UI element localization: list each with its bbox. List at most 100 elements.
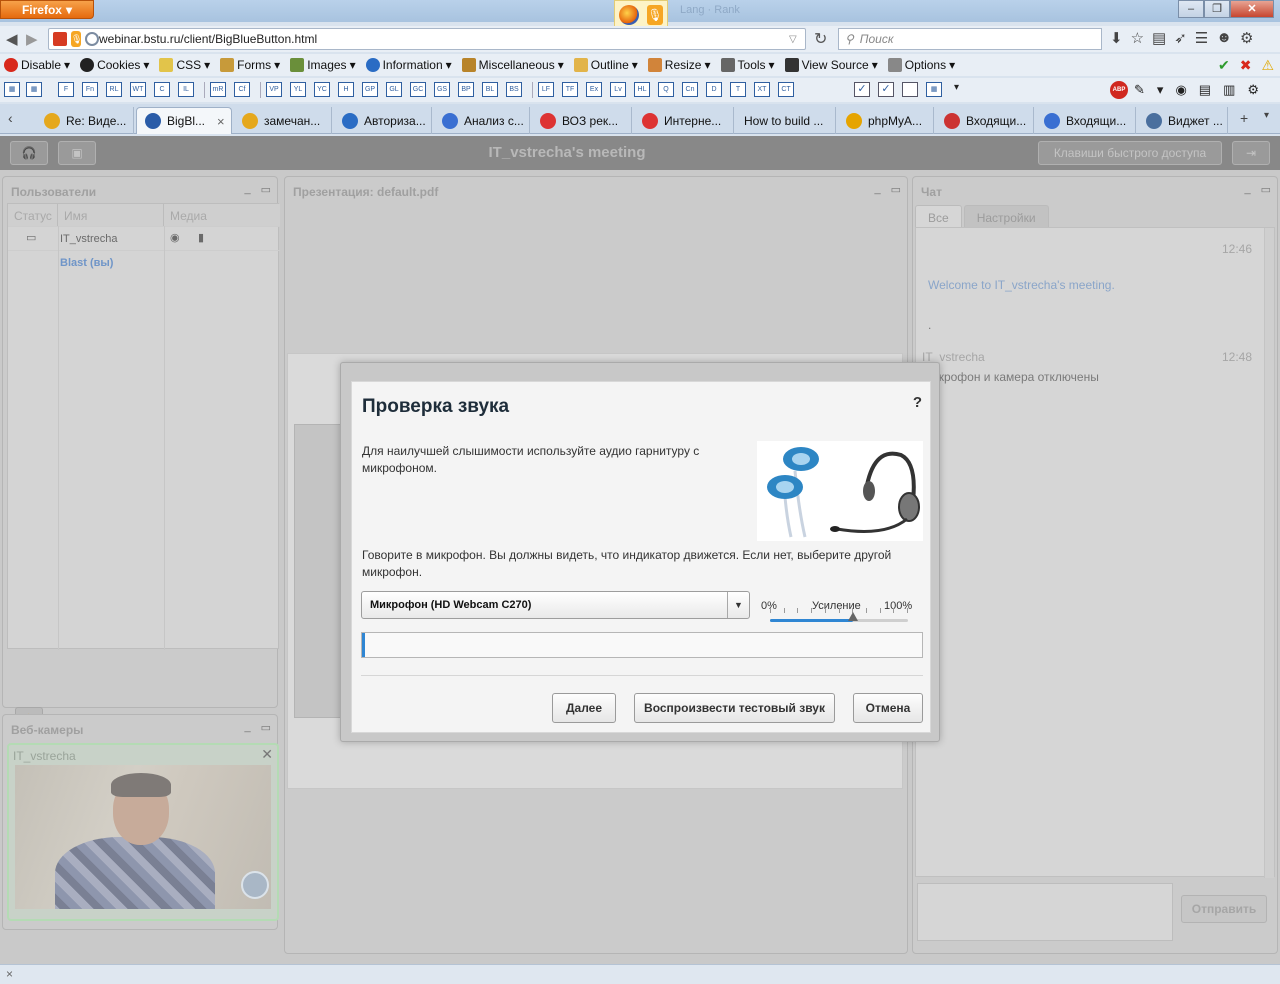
wd-forms-menu[interactable]: Forms ▾ [220,58,280,72]
back-arrow-icon[interactable]: ◀ [6,30,18,48]
close-icon[interactable]: ✕ [261,746,273,763]
settings-gear-icon[interactable]: ⚙ [1247,82,1259,98]
chevron-down-icon[interactable]: ▼ [727,592,749,618]
chevron-down-icon[interactable]: ▾ [1157,82,1164,98]
webcam-window[interactable]: IT_vstrecha ✕ [7,743,279,921]
table-row[interactable]: Blast (вы) [8,250,280,274]
toolbar-button[interactable]: Fn [82,82,98,97]
toolbar-button[interactable]: YC [314,82,330,97]
chat-scrollbar[interactable] [1264,228,1274,878]
address-bar[interactable]: 🎙 webinar.bstu.ru/client/BigBlueButton.h… [48,28,806,50]
minimize-icon[interactable]: _ [244,721,250,734]
wd-misc-menu[interactable]: Miscellaneous ▾ [461,58,564,72]
gain-slider-thumb[interactable] [847,612,858,621]
toolbar-button[interactable]: LF [538,82,554,97]
gain-slider[interactable] [770,612,908,622]
browser-tab[interactable]: Входящи... [936,107,1034,134]
maximize-icon[interactable]: ▭ [261,721,271,734]
toolbar-button[interactable]: GP [362,82,378,97]
checkbox-icon[interactable]: ✓ [854,82,870,97]
toolbar-button[interactable]: Cn [682,82,698,97]
menu-icon[interactable]: ☰ [1195,29,1208,47]
tab-list-icon[interactable]: ▾ [1264,110,1269,121]
chevron-down-icon[interactable]: ▽ [789,34,805,45]
valid-check-icon[interactable]: ✔ [1218,57,1230,74]
notes-icon[interactable]: ▤ [1199,82,1211,98]
browser-tab[interactable]: Интерне... [634,107,734,134]
send-icon[interactable]: ➶ [1174,29,1187,47]
close-tab-icon[interactable]: × [217,114,225,129]
firefox-menu-button[interactable]: Firefox ▾ [0,0,94,19]
col-media[interactable]: Медиа [164,204,280,226]
layout-grid-icon[interactable]: ▦ [926,82,942,97]
toolbar-button[interactable]: XT [754,82,770,97]
chat-message-input[interactable] [917,883,1173,941]
toolbar-button[interactable]: mR [210,82,226,97]
toolbar-button[interactable]: Ex [586,82,602,97]
toolbar-button[interactable]: GS [434,82,450,97]
tab-settings[interactable]: Настройки [963,205,1049,227]
tab-all[interactable]: Все [915,205,962,227]
wd-view-source-menu[interactable]: View Source ▾ [784,58,878,72]
bookmarks-list-icon[interactable]: ▤ [1152,29,1166,47]
help-button[interactable]: ? [913,394,922,411]
toolbar-button[interactable]: YL [290,82,306,97]
toolbar-button[interactable]: VP [266,82,282,97]
reload-icon[interactable]: ↻ [814,29,827,49]
cancel-button[interactable]: Отмена [853,693,923,723]
bookmark-star-icon[interactable]: ☆ [1131,29,1144,47]
adblock-icon[interactable]: ABP [1110,81,1128,99]
toolbar-button[interactable]: HL [634,82,650,97]
layout-grid-icon[interactable]: ▦ [4,82,20,97]
browser-tab[interactable]: BigBl... × [136,107,232,134]
wd-disable-menu[interactable]: Disable ▾ [4,58,70,72]
browser-tab[interactable]: замечан... [234,107,332,134]
new-tab-icon[interactable]: + [1240,110,1248,126]
toolbar-button[interactable]: F [58,82,74,97]
search-input[interactable]: ⚲ Поиск [838,28,1102,50]
table-row[interactable]: ▭ IT_vstrecha ◉ ▮ [8,226,280,250]
restore-button[interactable]: ❐ [1204,0,1230,18]
error-icon[interactable]: ✖ [1240,57,1252,74]
maximize-icon[interactable]: ▭ [891,183,901,196]
globe-icon[interactable] [85,32,99,46]
col-name[interactable]: Имя [58,204,164,226]
chevron-down-icon[interactable]: ▾ [954,82,959,93]
wd-information-menu[interactable]: Information ▾ [365,58,452,72]
microphone-permission-icon[interactable]: 🎙 [71,31,82,47]
toolbar-button[interactable]: WT [130,82,146,97]
toolbar-button[interactable]: Cf [234,82,250,97]
minimize-icon[interactable]: _ [874,183,880,196]
maximize-icon[interactable]: ▭ [1261,183,1271,196]
mic-status-icon[interactable]: ▮ [198,231,204,244]
browser-tab[interactable]: phpMyA... [838,107,934,134]
tab-scroll-left-icon[interactable]: ‹ [8,110,13,126]
chat-bubble-icon[interactable] [241,871,269,899]
wd-outline-menu[interactable]: Outline ▾ [573,58,638,72]
toolbar-button[interactable]: D [706,82,722,97]
toolbar-button[interactable]: Q [658,82,674,97]
shortcuts-button[interactable]: Клавиши быстрого доступа [1038,141,1222,165]
toolbar-button[interactable]: BP [458,82,474,97]
toolbar-button[interactable]: CT [778,82,794,97]
browser-tab[interactable]: Виджет ... [1138,107,1228,134]
toolbar-button[interactable]: H [338,82,354,97]
minimize-button[interactable]: – [1178,0,1204,18]
browser-tab[interactable]: Re: Виде... [36,107,134,134]
toolbar-button[interactable]: TF [562,82,578,97]
wd-css-menu[interactable]: CSS ▾ [159,58,210,72]
url-text[interactable]: webinar.bstu.ru/client/BigBlueButton.htm… [99,32,317,46]
forward-arrow-icon[interactable]: ▶ [26,30,38,48]
browser-tab[interactable]: Анализ с... [434,107,530,134]
send-button[interactable]: Отправить [1181,895,1267,923]
col-status[interactable]: Статус [8,204,58,226]
close-icon[interactable]: × [6,967,13,981]
minimize-icon[interactable]: _ [244,183,250,196]
checkbox-icon[interactable] [902,82,918,97]
toolbar-button[interactable]: GL [386,82,402,97]
checkbox-icon[interactable]: ✓ [878,82,894,97]
toolbar-button[interactable]: BS [506,82,522,97]
toolbar-button[interactable]: Lv [610,82,626,97]
wd-images-menu[interactable]: Images ▾ [290,58,356,72]
close-window-button[interactable]: ✕ [1230,0,1274,18]
